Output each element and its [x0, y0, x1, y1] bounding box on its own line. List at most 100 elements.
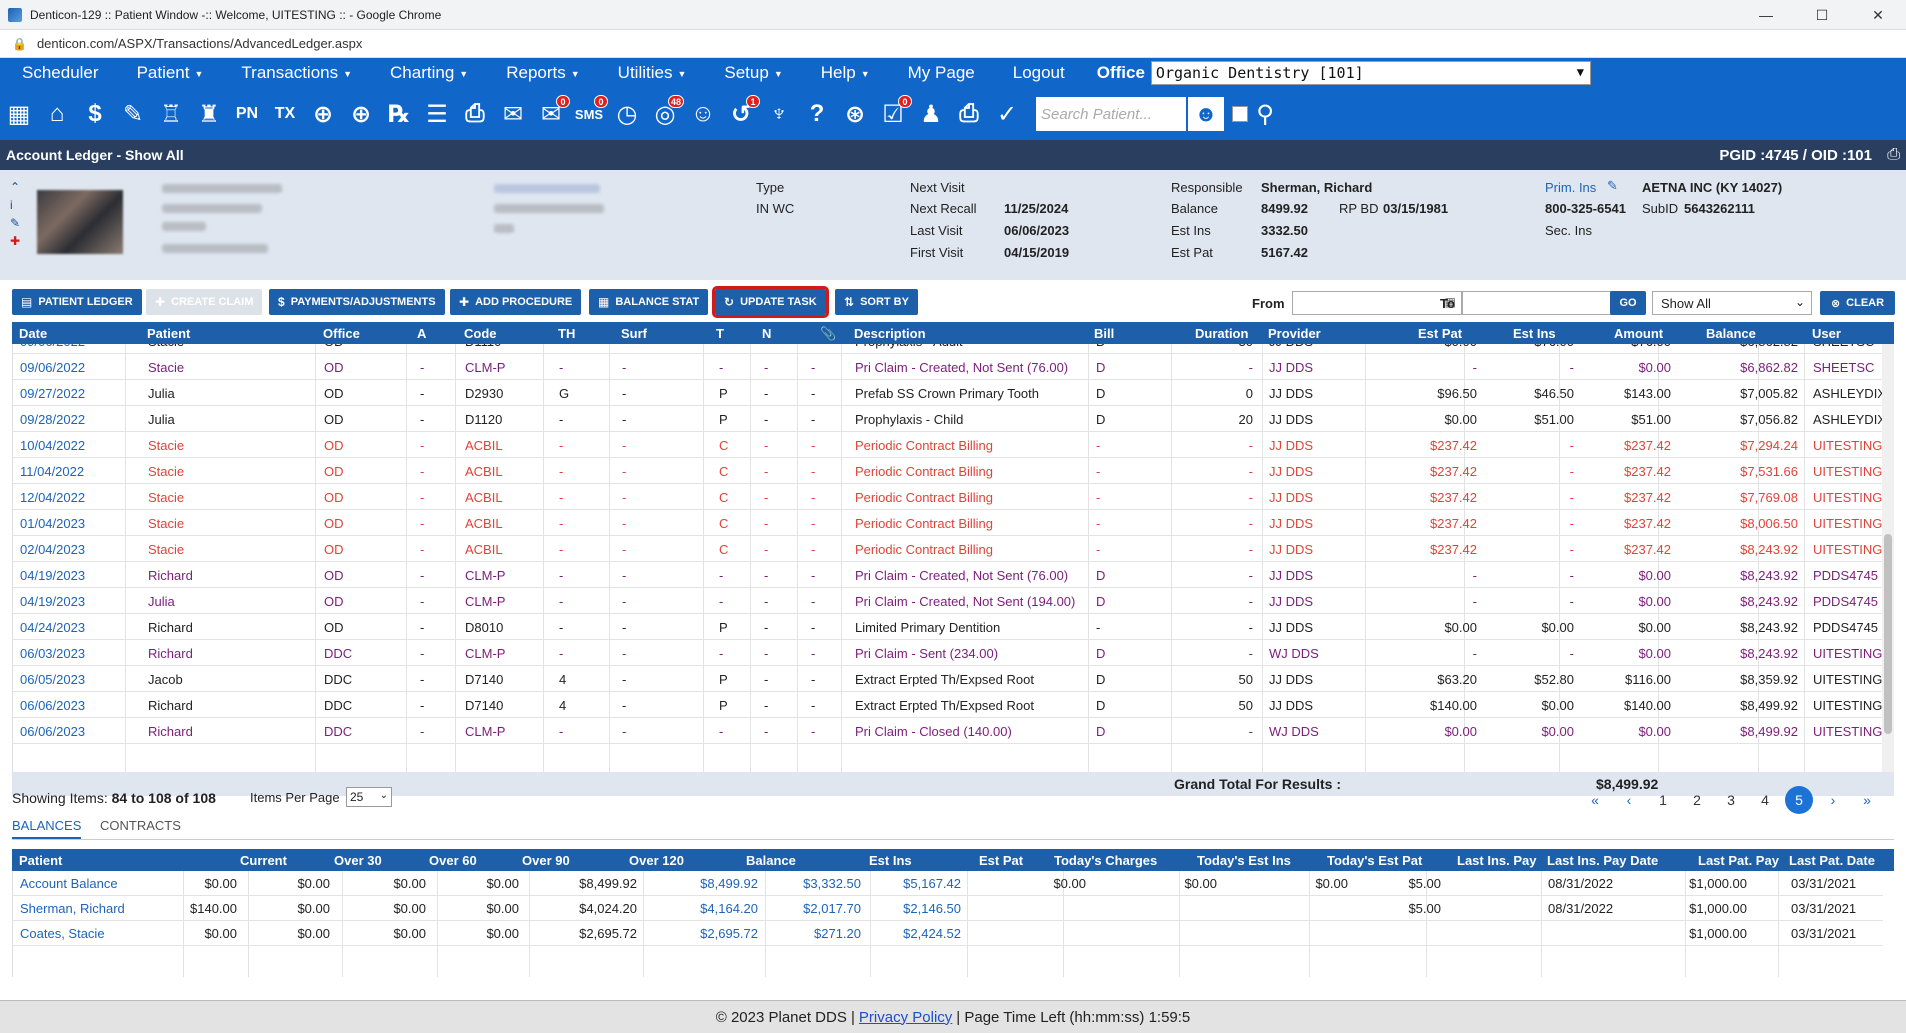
balances-cell-estpat[interactable]: $2,146.50 — [903, 901, 961, 916]
tab-balances[interactable]: BALANCES — [12, 818, 82, 839]
pn-icon[interactable]: PN — [230, 94, 264, 134]
lab-icon[interactable]: ☺ — [686, 94, 720, 134]
ledger-row[interactable]: 09/27/2022 Julia OD - D2930 G - P - - Prefab SS Cr… — [13, 380, 1894, 406]
tx-icon[interactable]: TX — [268, 94, 302, 134]
balances-cell-patient[interactable]: Coates, Stacie — [20, 926, 105, 941]
col-date[interactable]: Date — [19, 326, 47, 341]
last-page-button[interactable]: » — [1850, 786, 1884, 814]
col-a[interactable]: A — [417, 326, 426, 341]
web-icon[interactable]: ⊛ — [838, 94, 872, 134]
balances-cell-estins[interactable]: $2,017.70 — [803, 901, 861, 916]
printer-icon[interactable]: ⎙ — [952, 94, 986, 134]
ledger-cell-date[interactable]: 09/06/2022 — [20, 360, 85, 375]
page-3-button[interactable]: 3 — [1714, 786, 1748, 814]
global-icon[interactable]: ◎ 48 — [648, 94, 684, 134]
col-user[interactable]: User — [1812, 326, 1841, 341]
prim-ins-link[interactable]: Prim. Ins — [1545, 180, 1596, 195]
home-icon[interactable]: ⌂ — [40, 94, 74, 134]
col-est-pat[interactable]: Est Pat — [1418, 326, 1462, 341]
payments-adjustments-button[interactable]: $ PAYMENTS/ADJUSTMENTS — [269, 289, 445, 315]
add-patient-icon[interactable]: ⊕ — [306, 94, 340, 134]
info-icon[interactable]: i — [10, 198, 24, 212]
balances-cell-estins[interactable]: $3,332.50 — [803, 876, 861, 891]
ledger-scrollbar-thumb[interactable] — [1884, 534, 1892, 734]
page-5-button[interactable]: 5 — [1785, 786, 1813, 814]
question-icon[interactable]: ? — [800, 94, 834, 134]
ledger-cell-desc[interactable]: Periodic Contract Billing — [855, 516, 993, 531]
ledger-cell-date[interactable]: 04/19/2023 — [20, 594, 85, 609]
attachment-icon[interactable]: ✎ — [10, 216, 24, 230]
col-surf[interactable]: Surf — [621, 326, 647, 341]
recall-icon[interactable]: ↺ 1 — [724, 94, 760, 134]
ledger-cell-desc[interactable]: Pri Claim - Created, Not Sent (194.00) — [855, 594, 1075, 609]
maximize-button[interactable]: ☐ — [1794, 0, 1850, 30]
family-icon[interactable]: ♟ — [914, 94, 948, 134]
ledger-cell-desc[interactable]: Prophylaxis - Child — [855, 412, 963, 427]
pencil-chart-icon[interactable]: ✎ — [116, 94, 150, 134]
chat-icon[interactable]: ✉ 0 — [534, 94, 570, 134]
clock-icon[interactable]: ◷ — [610, 94, 644, 134]
office-select[interactable]: Organic Dentistry [101] ▼ — [1150, 61, 1591, 85]
perio-icon[interactable]: ♜ — [192, 94, 226, 134]
calendar-icon[interactable]: ▦ — [2, 94, 36, 134]
ledger-cell-date[interactable]: 06/05/2023 — [20, 672, 85, 687]
ledger-row[interactable]: 02/04/2023 Stacie OD - ACBIL - - C - - Periodic Co… — [13, 536, 1890, 562]
notes-icon[interactable]: ☰ — [420, 94, 454, 134]
ledger-cell-date[interactable]: 11/04/2022 — [20, 464, 84, 479]
col-code[interactable]: Code — [464, 326, 497, 341]
balances-cell-balance[interactable]: $8,499.92 — [700, 876, 758, 891]
ledger-row[interactable]: 06/03/2023 Richard DDC - CLM-P - - - - - Pri Claim… — [13, 640, 1883, 666]
ledger-cell-desc[interactable]: Pri Claim - Sent (234.00) — [855, 646, 998, 661]
privacy-policy-link[interactable]: Privacy Policy — [859, 1009, 952, 1026]
menu-utilities[interactable]: Utilities ▼ — [618, 63, 687, 83]
page-4-button[interactable]: 4 — [1748, 786, 1782, 814]
ledger-row[interactable]: 12/04/2022 Stacie OD - ACBIL - - C - - Periodic Co… — [13, 484, 1890, 510]
col-n[interactable]: N — [762, 326, 771, 341]
url-text[interactable]: denticon.com/ASPX/Transactions/AdvancedL… — [37, 36, 362, 51]
patient-ledger-button[interactable]: ▤ PATIENT LEDGER — [12, 289, 142, 315]
collapse-icon[interactable]: ⌃ — [10, 180, 24, 194]
next-page-button[interactable]: › — [1816, 786, 1850, 814]
check-icon[interactable]: ✓ — [990, 94, 1024, 134]
email-icon[interactable]: ✉ — [496, 94, 530, 134]
ledger-cell-desc[interactable]: Pri Claim - Created, Not Sent (76.00) — [855, 568, 1068, 583]
ledger-row[interactable]: 06/05/2023 Jacob DDC - D7140 4 - P - - Extract Erp… — [13, 666, 1883, 692]
ledger-cell-date[interactable]: 09/06/2022 — [20, 344, 85, 349]
patient-search-input[interactable]: Search Patient... — [1036, 97, 1186, 131]
sms-icon[interactable]: SMS 0 — [572, 94, 608, 134]
ledger-cell-desc[interactable]: Extract Erpted Th/Expsed Root — [855, 672, 1034, 687]
ledger-row[interactable]: 04/19/2023 Julia OD - CLM-P - - - - - Pri Claim - … — [13, 588, 1883, 614]
ledger-cell-date[interactable]: 06/06/2023 — [20, 724, 85, 739]
ledger-cell-date[interactable]: 02/04/2023 — [20, 542, 85, 557]
balances-cell-estpat[interactable]: $5,167.42 — [903, 876, 961, 891]
edit-insurance-icon[interactable]: ✎ — [1607, 178, 1618, 194]
col-t[interactable]: T — [716, 326, 724, 341]
claims-icon[interactable]: ☑ 0 — [876, 94, 912, 134]
address-bar[interactable]: 🔒 denticon.com/ASPX/Transactions/Advance… — [0, 30, 1906, 58]
site-info-icon[interactable]: 🔒 — [12, 37, 27, 51]
menu-scheduler[interactable]: Scheduler — [22, 63, 99, 83]
col-amount[interactable]: Amount — [1614, 326, 1663, 341]
sort-by-button[interactable]: ⇅ SORT BY — [835, 289, 918, 315]
ledger-cell-date[interactable]: 06/03/2023 — [20, 646, 85, 661]
ledger-cell-date[interactable]: 06/06/2023 — [20, 698, 85, 713]
ledger-row[interactable]: 11/04/2022 Stacie OD - ACBIL - - C - - Periodic Co… — [13, 458, 1890, 484]
ledger-cell-desc[interactable]: Limited Primary Dentition — [855, 620, 1000, 635]
from-date-input[interactable]: ▦ — [1292, 291, 1462, 315]
ledger-cell-desc[interactable]: Pri Claim - Created, Not Sent (76.00) — [855, 360, 1068, 375]
ledger-cell-desc[interactable]: Periodic Contract Billing — [855, 438, 993, 453]
menu-patient[interactable]: Patient ▼ — [137, 63, 204, 83]
col-provider[interactable]: Provider — [1268, 326, 1321, 341]
balances-cell-patient[interactable]: Account Balance — [20, 876, 118, 891]
prev-page-button[interactable]: ‹ — [1612, 786, 1646, 814]
print-icon[interactable]: ⎙ — [1887, 146, 1900, 164]
balance-stat-button[interactable]: ▦ BALANCE STAT — [589, 289, 709, 315]
go-button[interactable]: GO — [1610, 291, 1646, 315]
ledger-cell-date[interactable]: 04/19/2023 — [20, 568, 85, 583]
ledger-cell-date[interactable]: 01/04/2023 — [20, 516, 85, 531]
ledger-cell-date[interactable]: 04/24/2023 — [20, 620, 85, 635]
ledger-row[interactable]: 06/06/2023 Richard DDC - D7140 4 - P - - Extract E… — [13, 692, 1883, 718]
dollar-icon[interactable]: $ — [78, 94, 112, 134]
col-duration[interactable]: Duration — [1195, 326, 1248, 341]
ledger-scrollbar[interactable] — [1882, 344, 1894, 772]
